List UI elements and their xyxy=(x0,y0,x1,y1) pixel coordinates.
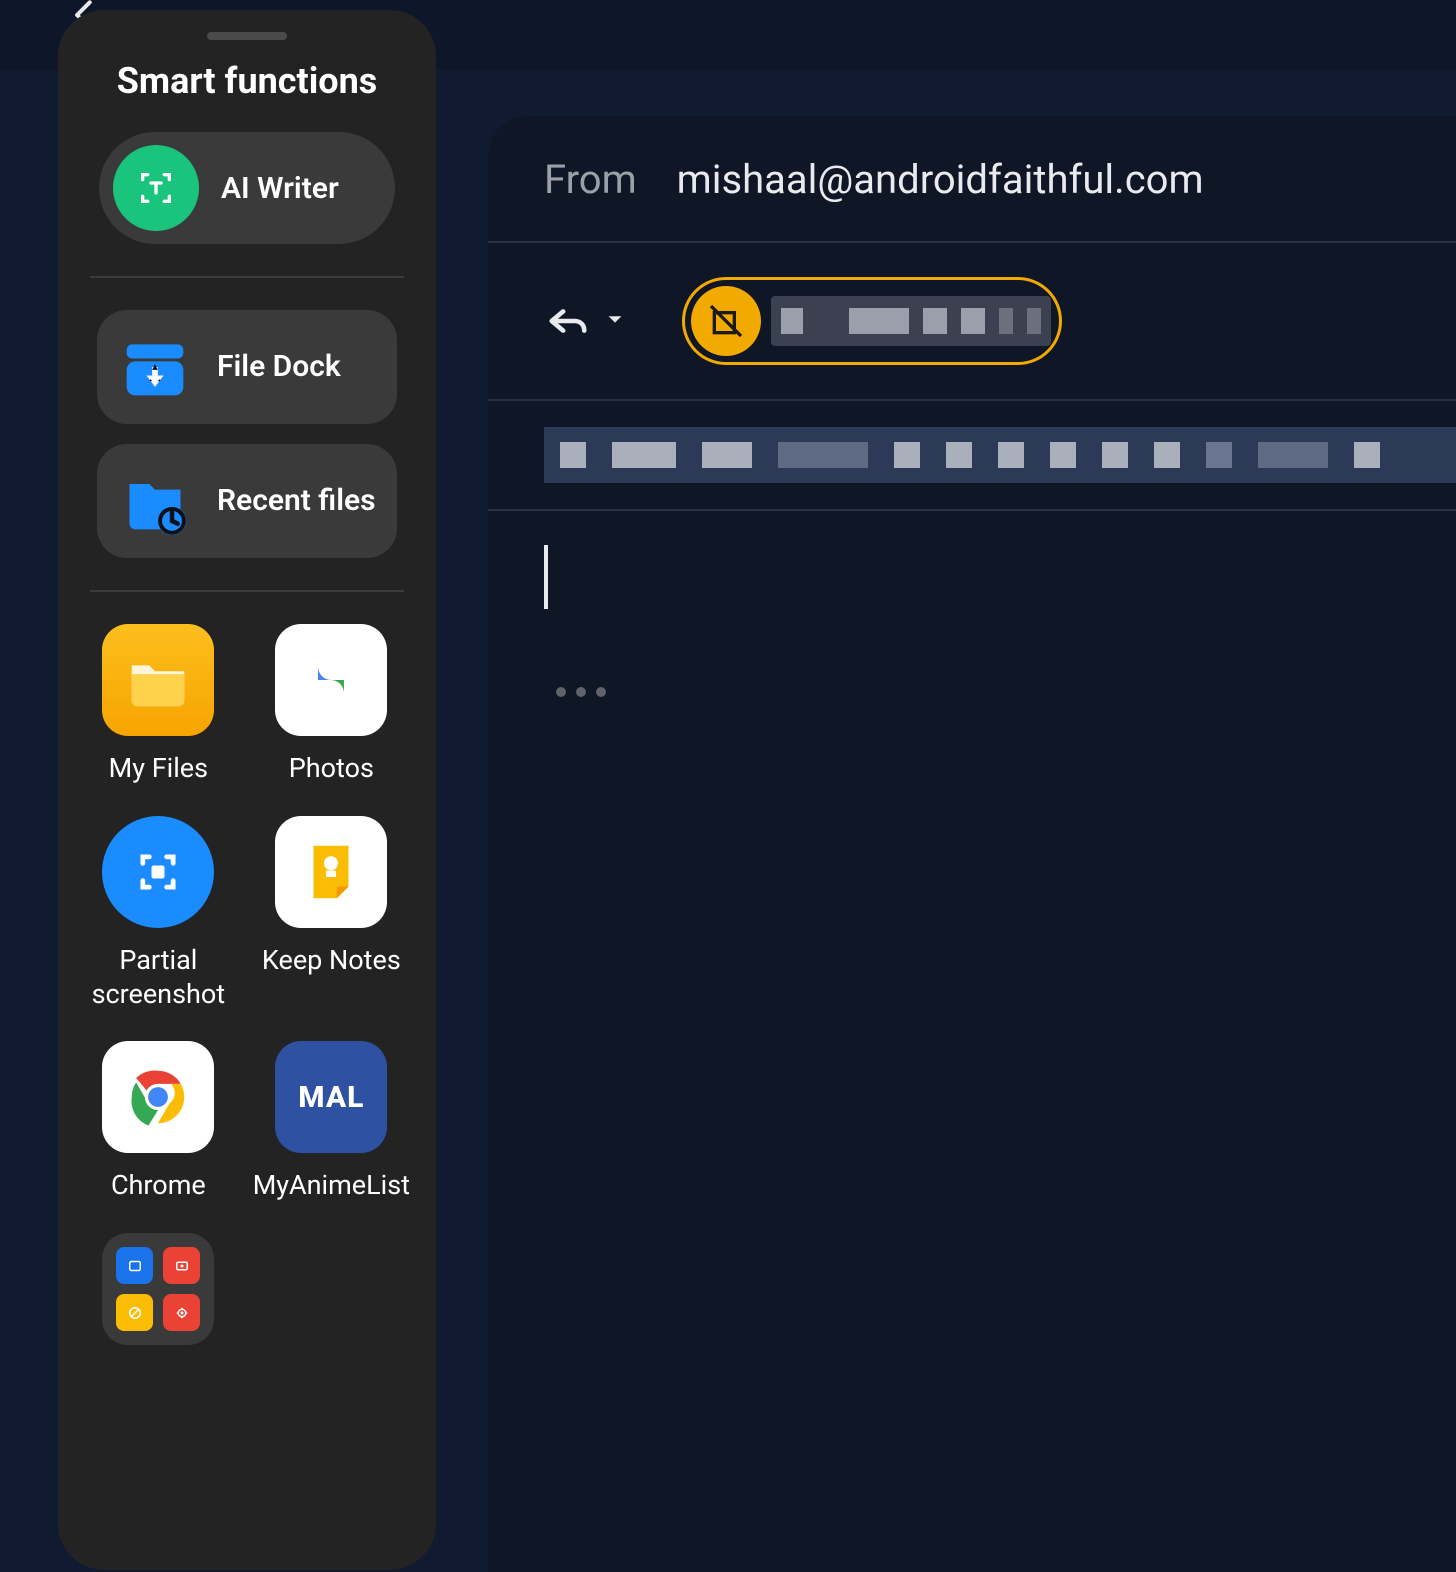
no-building-icon xyxy=(691,286,761,356)
drag-handle[interactable] xyxy=(207,32,287,40)
reply-icon xyxy=(544,298,590,344)
app-label: Photos xyxy=(289,752,374,786)
to-row xyxy=(488,243,1456,401)
subject-redacted xyxy=(544,427,1456,483)
app-folder[interactable] xyxy=(84,1233,233,1345)
from-email: mishaal@androidfaithful.com xyxy=(677,156,1204,203)
app-my-files[interactable]: My Files xyxy=(84,624,233,786)
app-grid: My Files Photos Partial screenshot Keep … xyxy=(84,624,410,1345)
recent-files-icon xyxy=(121,467,189,535)
mal-icon: MAL xyxy=(275,1041,387,1153)
folder-icon xyxy=(102,1233,214,1345)
app-keep-notes[interactable]: Keep Notes xyxy=(253,816,410,1012)
app-label: Partial screenshot xyxy=(84,944,233,1012)
file-dock-icon xyxy=(121,333,189,401)
app-label: MyAnimeList xyxy=(253,1169,410,1203)
chrome-icon xyxy=(102,1041,214,1153)
recipient-redacted xyxy=(771,296,1051,346)
recent-files-button[interactable]: Recent files xyxy=(97,444,397,558)
smart-functions-panel: Smart functions AI Writer File Dock Rece… xyxy=(58,10,436,1570)
app-label: Keep Notes xyxy=(262,944,401,978)
from-label: From xyxy=(544,156,637,203)
from-row[interactable]: From mishaal@androidfaithful.com xyxy=(488,156,1456,243)
subject-row[interactable] xyxy=(488,401,1456,511)
panel-title: Smart functions xyxy=(84,60,410,102)
compose-panel: From mishaal@androidfaithful.com xyxy=(488,116,1456,1572)
app-label: My Files xyxy=(109,752,208,786)
text-scan-icon xyxy=(113,145,199,231)
divider xyxy=(90,590,404,592)
my-files-icon xyxy=(102,624,214,736)
compose-body[interactable] xyxy=(488,511,1456,697)
text-cursor xyxy=(544,545,548,609)
recent-files-label: Recent files xyxy=(217,483,376,519)
file-dock-label: File Dock xyxy=(217,349,341,385)
caret-down-icon xyxy=(604,308,626,334)
recipient-chip[interactable] xyxy=(682,277,1062,365)
ai-writer-label: AI Writer xyxy=(221,171,339,206)
app-myanimelist[interactable]: MAL MyAnimeList xyxy=(253,1041,410,1203)
file-dock-button[interactable]: File Dock xyxy=(97,310,397,424)
app-partial-screenshot[interactable]: Partial screenshot xyxy=(84,816,233,1012)
reply-type-button[interactable] xyxy=(544,298,626,344)
app-label: Chrome xyxy=(111,1169,206,1203)
divider xyxy=(90,276,404,278)
app-photos[interactable]: Photos xyxy=(253,624,410,786)
keep-notes-icon xyxy=(275,816,387,928)
partial-screenshot-icon xyxy=(102,816,214,928)
ai-writer-button[interactable]: AI Writer xyxy=(99,132,395,244)
app-chrome[interactable]: Chrome xyxy=(84,1041,233,1203)
google-photos-icon xyxy=(275,624,387,736)
more-options-button[interactable] xyxy=(544,687,1456,697)
